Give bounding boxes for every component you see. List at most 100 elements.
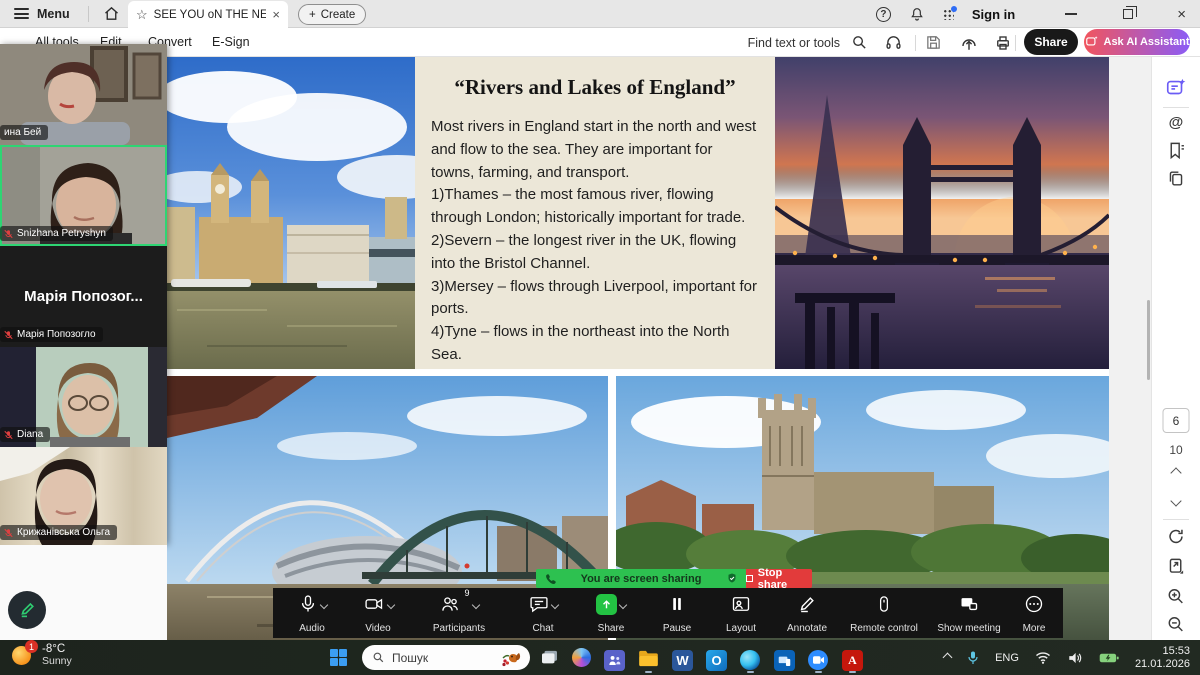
read-aloud-headphones-icon[interactable] xyxy=(885,34,902,51)
taskbar-search[interactable]: Пошук xyxy=(362,645,530,670)
comments-icon[interactable]: @ xyxy=(1169,114,1184,131)
video-button[interactable]: Video xyxy=(345,592,411,636)
pause-share-button[interactable]: Pause xyxy=(649,592,705,636)
layout-button[interactable]: Layout xyxy=(711,592,771,636)
document-tab[interactable]: ☆ SEE YOU oN THE NEXT ... × xyxy=(128,1,288,28)
show-meeting-button[interactable]: Show meeting xyxy=(925,592,1013,636)
slide-gap xyxy=(167,369,1109,376)
video-options-chevron-icon[interactable] xyxy=(386,601,394,609)
copilot-icon[interactable] xyxy=(572,648,591,667)
participant-name: ина Бей xyxy=(4,127,41,138)
annotate-button[interactable]: Annotate xyxy=(775,592,839,636)
mouse-icon xyxy=(875,594,893,614)
search-icon[interactable] xyxy=(851,34,868,51)
menu-button[interactable]: Menu xyxy=(37,7,70,21)
word-icon[interactable]: W xyxy=(672,650,693,671)
battery-icon[interactable] xyxy=(1099,652,1119,664)
pdf-viewer-canvas: “Rivers and Lakes of England” Most river… xyxy=(0,57,1200,640)
rotate-page-icon[interactable] xyxy=(1167,527,1186,546)
help-icon[interactable]: ? xyxy=(876,7,891,22)
weather-widget[interactable]: 1 -8°C Sunny xyxy=(10,643,72,667)
save-icon[interactable] xyxy=(925,34,942,51)
annotate-pencil-button[interactable] xyxy=(8,591,46,629)
ai-chat-icon xyxy=(1085,35,1099,49)
share-button[interactable]: Share xyxy=(1024,29,1078,55)
chat-button[interactable]: Chat xyxy=(511,592,575,636)
stop-share-button[interactable]: Stop share xyxy=(746,569,812,588)
fit-page-icon[interactable] xyxy=(1167,557,1186,576)
upload-share-icon[interactable] xyxy=(960,34,978,52)
notifications-bell-icon[interactable] xyxy=(909,6,925,22)
bookmarks-icon[interactable] xyxy=(1167,141,1186,160)
more-label: More xyxy=(1023,623,1046,634)
phone-link-icon[interactable] xyxy=(774,650,795,671)
participant-video-4[interactable]: Diana xyxy=(0,347,167,447)
zoom-in-icon[interactable] xyxy=(1167,587,1186,606)
remote-control-label: Remote control xyxy=(850,623,918,634)
tray-microphone-icon[interactable] xyxy=(967,650,979,666)
pdf-scrollbar[interactable] xyxy=(1147,300,1150,380)
participants-label: Participants xyxy=(433,623,485,634)
participant-video-3-camera-off[interactable]: Марія Попозог... Марія Попозогло xyxy=(0,246,167,347)
close-window-icon[interactable]: × xyxy=(1177,7,1186,22)
participants-button[interactable]: 9 Participants xyxy=(419,592,499,636)
sharing-banner-text: You are screen sharing xyxy=(581,573,702,585)
mic-muted-icon xyxy=(4,430,13,440)
previous-page-button[interactable] xyxy=(1172,469,1180,477)
participants-count-badge: 9 xyxy=(464,588,469,598)
ai-assistant-panel-icon[interactable] xyxy=(1165,77,1187,99)
volume-icon[interactable] xyxy=(1067,651,1083,665)
page-number-input[interactable]: 6 xyxy=(1163,408,1190,433)
shield-check-icon xyxy=(726,572,738,585)
next-page-button[interactable] xyxy=(1172,497,1180,505)
menu-icon[interactable] xyxy=(14,8,29,19)
participant-name-tag: Марія Попозогло xyxy=(0,327,103,342)
screen: “Rivers and Lakes of England” Most river… xyxy=(0,0,1200,675)
find-text-label[interactable]: Find text or tools xyxy=(748,36,840,50)
language-indicator[interactable]: ENG xyxy=(995,652,1019,664)
sign-in-button[interactable]: Sign in xyxy=(972,7,1015,22)
create-tab-button[interactable]: + Create xyxy=(298,4,366,25)
taskbar-clock[interactable]: 15:53 21.01.2026 xyxy=(1135,645,1190,671)
zoom-out-icon[interactable] xyxy=(1167,615,1186,634)
participant-video-5[interactable]: Крижанівська Ольга xyxy=(0,447,167,545)
edge-icon[interactable] xyxy=(740,650,760,670)
word-letter: W xyxy=(676,653,688,668)
chat-options-chevron-icon[interactable] xyxy=(550,601,558,609)
share-screen-button[interactable]: Share xyxy=(579,592,643,636)
participant-video-2-active-speaker[interactable]: Snizhana Petryshyn xyxy=(0,145,167,246)
audio-button[interactable]: Audio xyxy=(279,592,345,636)
close-tab-icon[interactable]: × xyxy=(272,7,280,22)
zoom-app-icon[interactable] xyxy=(808,650,828,670)
favorite-star-icon[interactable]: ☆ xyxy=(136,7,148,23)
windows-taskbar: 1 -8°C Sunny Пошук W O xyxy=(0,640,1200,675)
home-icon[interactable] xyxy=(103,5,120,22)
more-button[interactable]: More xyxy=(1009,592,1059,636)
participant-video-1[interactable]: ина Бей xyxy=(0,44,167,145)
running-app-indicator xyxy=(645,671,652,673)
file-explorer-icon[interactable] xyxy=(638,650,659,667)
acrobat-icon[interactable]: A xyxy=(842,650,863,671)
task-view-icon[interactable] xyxy=(541,650,558,665)
sun-icon: 1 xyxy=(10,643,34,667)
restore-window-icon[interactable] xyxy=(1123,9,1133,19)
share-options-chevron-icon[interactable] xyxy=(619,601,627,609)
ask-ai-assistant-button[interactable]: Ask AI Assistant xyxy=(1084,29,1190,55)
remote-control-button[interactable]: Remote control xyxy=(843,592,925,636)
start-button[interactable] xyxy=(330,649,347,666)
wifi-icon[interactable] xyxy=(1035,651,1051,664)
outlook-icon[interactable]: O xyxy=(706,650,727,671)
apps-grid-icon[interactable] xyxy=(943,9,954,20)
nav-e-sign[interactable]: E-Sign xyxy=(212,35,250,49)
time: 15:53 xyxy=(1135,645,1190,658)
pages-icon[interactable] xyxy=(1167,169,1186,188)
minimize-window-icon[interactable] xyxy=(1065,13,1077,15)
tray-overflow-chevron-icon[interactable] xyxy=(943,653,953,663)
participants-options-chevron-icon[interactable] xyxy=(471,601,479,609)
slide-paragraph: 1)Thames – the most famous river, flowin… xyxy=(431,184,759,230)
annotate-label: Annotate xyxy=(787,623,827,634)
print-icon[interactable] xyxy=(994,34,1012,52)
share-label: Share xyxy=(598,623,625,634)
audio-options-chevron-icon[interactable] xyxy=(319,601,327,609)
teams-icon[interactable] xyxy=(604,650,625,671)
